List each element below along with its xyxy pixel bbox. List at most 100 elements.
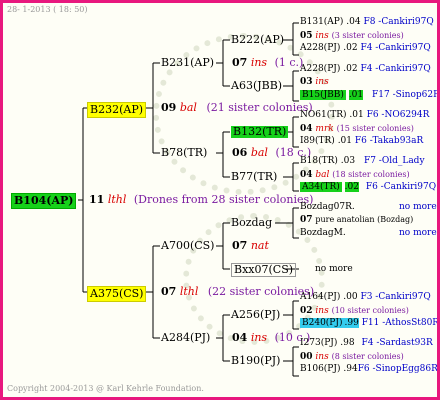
sire-sire-line: ins: [250, 56, 268, 69]
g4-line: mrk: [315, 124, 334, 134]
root-queen[interactable]: B104(AP): [11, 193, 77, 209]
g4-row-17[interactable]: A164(PJ) .00 F3 -Cankiri97Q: [300, 292, 431, 303]
g4-place: F17 -Sinop62R: [372, 90, 440, 100]
g4-row-3[interactable]: A228(PJ) .02 F4 -Cankiri97Q: [300, 43, 431, 54]
g4-num: .00: [343, 292, 358, 302]
dam-sire-info: 07 nat: [232, 240, 269, 252]
g4-row-22[interactable]: B106(PJ) .94F6 -SinopEgg86R: [300, 364, 437, 375]
dam-generation: 07: [161, 285, 177, 298]
g4-id: A228(PJ): [300, 64, 341, 74]
g4-row-6[interactable]: B15(JBB) .01 F17 -Sinop62R: [300, 90, 440, 101]
sire-info: 09 bal (21 sister colonies): [161, 102, 313, 114]
g4-row-4[interactable]: A228(PJ) .02 F4 -Cankiri97Q: [300, 64, 431, 75]
g4-id: A164(PJ): [300, 292, 341, 302]
g4-id: NO61(TR): [300, 110, 347, 120]
dam-dam-generation: 04: [232, 331, 248, 344]
g4-place: F7 -Old_Lady: [363, 156, 425, 166]
sire-dam-queen[interactable]: B78(TR): [161, 147, 207, 159]
g4-num: .02: [343, 43, 358, 53]
root-note: (Drones from 28 sister colonies): [133, 193, 314, 206]
g4-note: (15 sister colonies): [336, 124, 414, 133]
dam-sire-queen[interactable]: A700(CS): [161, 240, 214, 252]
g4-gen: 07: [300, 215, 313, 225]
g4-id: B18(TR): [300, 156, 338, 166]
g4-row-14: 07 pure anatolian (Bozdag): [300, 215, 413, 226]
g4-num: .01: [337, 136, 353, 146]
g4-row-1[interactable]: B131(AP) .04 F8 -Cankiri97Q: [300, 17, 434, 28]
g4-row-15-place: no more: [399, 228, 437, 238]
g4-line: ins: [315, 352, 329, 362]
queen-b77[interactable]: B77(TR): [231, 171, 277, 183]
g4-row-15[interactable]: BozdagM.: [300, 228, 346, 239]
g4-num: .: [342, 228, 346, 238]
g4-place: F6 -Takab93aR: [354, 136, 424, 146]
g4-row-8: 04 mrk (15 sister colonies): [300, 123, 414, 135]
g4-id: B240(PJ): [300, 318, 345, 328]
g4-id: I89(TR): [300, 136, 335, 146]
dam-dam-line: ins: [250, 331, 268, 344]
g4-line: ins: [315, 31, 329, 41]
g4-place: F4 -Cankiri97Q: [360, 43, 431, 53]
g4-row-16: no more: [315, 264, 353, 274]
queen-a63[interactable]: A63(JBB): [231, 80, 282, 92]
g4-place: F4 -Sardast93R: [361, 338, 433, 348]
g4-num: .01: [348, 90, 364, 100]
sire-dam-generation: 06: [232, 146, 248, 159]
dam-queen[interactable]: A375(CS): [87, 286, 147, 302]
g4-num: .98: [340, 338, 355, 348]
g4-gen: 04: [300, 124, 313, 134]
g4-id: A228(PJ): [300, 43, 341, 53]
dam-info: 07 lthl (22 sister colonies): [161, 286, 314, 298]
g4-place: F4 -Cankiri97Q: [360, 64, 431, 74]
queen-a256[interactable]: A256(PJ): [231, 309, 280, 321]
root-line: lthl: [107, 193, 127, 206]
dam-note: (22 sister colonies): [207, 285, 315, 298]
pedigree-frame: 28- 1-2013 ( 18: 50) Copyright 2004-2013…: [0, 0, 440, 400]
sire-dam-line: bal: [250, 146, 268, 159]
g4-num: .04: [346, 17, 361, 27]
sire-sire-note: (1 c.): [274, 56, 304, 69]
g4-id: B106(PJ): [300, 364, 341, 374]
g4-row-10[interactable]: B18(TR) .03 F7 -Old_Lady: [300, 156, 425, 167]
g4-row-19[interactable]: B240(PJ) .99 F11 -AthosSt80R: [300, 318, 437, 329]
g4-num: .02: [343, 64, 358, 74]
g4-place: F6 -NO6294R: [366, 110, 430, 120]
sire-generation: 09: [161, 101, 177, 114]
queen-b222[interactable]: B222(AP): [231, 34, 284, 46]
queen-bozdag[interactable]: Bozdag: [231, 217, 272, 229]
g4-row-20[interactable]: I273(PJ) .98 F4 -Sardast93R: [300, 338, 433, 349]
g4-row-12[interactable]: A34(TR) .02 F6 -Cankiri97Q: [300, 182, 436, 193]
g4-line: ins: [315, 306, 329, 316]
copyright-text: Copyright 2004-2013 @ Karl Kehrle Founda…: [7, 384, 204, 393]
g4-gen: 02: [300, 306, 313, 316]
dam-dam-info: 04 ins (10 c.): [232, 332, 310, 344]
g4-row-5: 03 ins: [300, 77, 329, 88]
g4-place: F8 -Cankiri97Q: [363, 17, 434, 27]
g4-row-7[interactable]: NO61(TR) .01 F6 -NO6294R: [300, 110, 429, 121]
dam-sire-line: nat: [250, 239, 269, 252]
g4-note: (8 sister colonies): [331, 352, 404, 361]
sire-sire-generation: 07: [232, 56, 248, 69]
root-info: 11 lthl (Drones from 28 sister colonies): [89, 194, 313, 206]
g4-note: (3 sister colonies): [331, 31, 404, 40]
g4-gen: 04: [300, 170, 313, 180]
sire-queen[interactable]: B232(AP): [87, 102, 147, 118]
queen-b132[interactable]: B132(TR): [231, 126, 289, 138]
g4-place: F3 -Cankiri97Q: [360, 292, 431, 302]
dam-dam-queen[interactable]: A284(PJ): [161, 332, 210, 344]
g4-row-9[interactable]: I89(TR) .01 F6 -Takab93aR: [300, 136, 423, 147]
g4-id: BozdagM: [300, 228, 343, 238]
g4-row-13[interactable]: Bozdag07R.: [300, 202, 355, 213]
sire-sire-queen[interactable]: B231(AP): [161, 57, 214, 69]
g4-num: .: [351, 202, 355, 212]
g4-row-13-place: no more: [399, 202, 437, 212]
g4-line: ins: [315, 77, 329, 87]
g4-place: F6 -Cankiri97Q: [365, 182, 437, 192]
g4-gen: 00: [300, 352, 313, 362]
g4-note: (10 sister colonies): [331, 306, 409, 315]
g4-num: .03: [340, 156, 356, 166]
queen-b190[interactable]: B190(PJ): [231, 355, 280, 367]
root-generation: 11: [89, 193, 105, 206]
dam-line: lthl: [179, 285, 199, 298]
queen-bxx07[interactable]: Bxx07(CS): [231, 263, 297, 277]
